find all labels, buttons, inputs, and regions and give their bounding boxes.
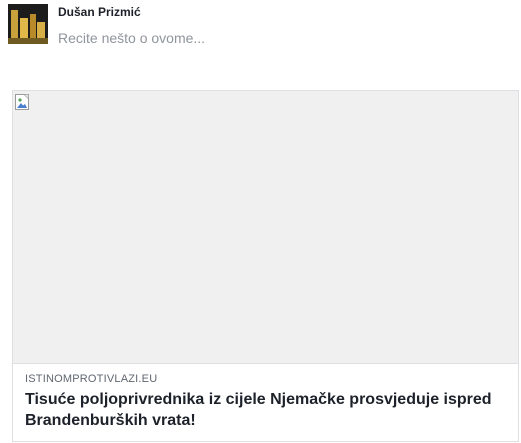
link-domain: ISTINOMPROTIVLAZI.EU [25, 373, 158, 385]
broken-image-icon [15, 94, 29, 110]
link-title[interactable]: Tisuće poljoprivrednika iz cijele Njemač… [25, 389, 510, 431]
comment-input[interactable] [56, 27, 500, 49]
avatar[interactable] [8, 4, 48, 44]
link-preview-card[interactable]: ISTINOMPROTIVLAZI.EU Tisuće poljoprivred… [12, 90, 519, 442]
author-name[interactable]: Dušan Prizmić [58, 5, 141, 19]
post-composer: Dušan Prizmić [8, 4, 513, 49]
link-preview-image[interactable] [13, 91, 518, 364]
